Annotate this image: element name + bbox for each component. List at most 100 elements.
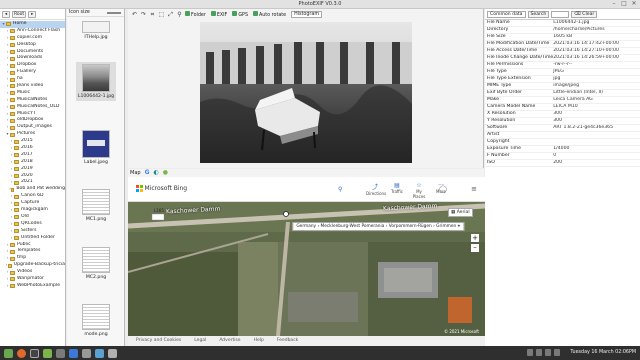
tree-item[interactable]: › Capture xyxy=(0,200,65,207)
tree-item[interactable]: › FGallery xyxy=(0,69,65,76)
tree-item[interactable]: › WebPhotoExample xyxy=(0,283,65,290)
tree-item[interactable]: › 2021 xyxy=(0,179,65,186)
legal-link[interactable]: Legal xyxy=(194,336,206,346)
battery-icon[interactable] xyxy=(554,349,560,356)
tree-item[interactable]: › Public xyxy=(0,242,65,249)
fit-icon[interactable]: ⤢ xyxy=(167,11,174,18)
clock[interactable]: Tuesday 16 March 02:06PM xyxy=(570,346,636,360)
exif-row[interactable]: MIME Type image/jpeg xyxy=(485,82,640,90)
exif-row[interactable]: File Access Date/Time 2021:03:16 14:27:10… xyxy=(485,47,640,55)
tree-item[interactable]: › copier.com xyxy=(0,35,65,42)
tree-item[interactable]: › 2016 xyxy=(0,145,65,152)
map-search-icon[interactable]: ⚲ xyxy=(338,186,342,193)
exif-row[interactable]: File Permissions -rw-r--r-- xyxy=(485,61,640,69)
tree-item[interactable]: › Ann-Connect Flash xyxy=(0,28,65,35)
thumbnail-item-selected[interactable]: L1006442-1.jpg xyxy=(76,62,116,101)
editor-icon[interactable] xyxy=(108,348,117,358)
tree-item[interactable]: › Templates xyxy=(0,248,65,255)
search-input[interactable] xyxy=(551,10,570,18)
maximize-icon[interactable]: □ xyxy=(621,1,627,7)
tree-item[interactable]: › Canon 6D xyxy=(0,193,65,200)
photoexif-icon[interactable] xyxy=(69,348,78,358)
terminal-icon[interactable] xyxy=(30,348,39,358)
map-view[interactable]: Microsoft Bing ⚲ ⤴ Directions ▤ Traffic ☆ M… xyxy=(128,177,485,346)
bing-logo[interactable]: Microsoft Bing xyxy=(136,185,187,192)
crop-icon[interactable]: ⌗ xyxy=(149,11,156,18)
exif-checkbox[interactable]: EXIF xyxy=(210,11,231,18)
tree-item[interactable]: › 2019 xyxy=(0,166,65,173)
settings-icon[interactable] xyxy=(56,348,65,358)
exif-row[interactable]: F Number 0 xyxy=(485,152,640,160)
undo-icon[interactable]: ↶ xyxy=(131,11,138,18)
tree-item[interactable]: › MusicalNotes xyxy=(0,97,65,104)
exif-row[interactable]: Exif Byte Order Little-endian (Intel, II) xyxy=(485,89,640,97)
aerial-map[interactable]: L165 Kaschower Damm Kaschower Damm Germa… xyxy=(128,202,485,336)
tree-item[interactable]: › Downloads xyxy=(0,55,65,62)
exif-row[interactable]: Make Leica Camera AG xyxy=(485,96,640,104)
root-button[interactable]: Root xyxy=(12,10,27,18)
exif-row[interactable]: X Resolution 300 xyxy=(485,110,640,118)
feedback-link[interactable]: Feedback xyxy=(277,336,298,346)
thumbnail-item[interactable]: MC1.png xyxy=(76,189,116,222)
tree-item[interactable]: › MusicalNotes_OLD xyxy=(0,104,65,111)
tree-item[interactable]: › Music xyxy=(0,90,65,97)
gps-checkbox[interactable]: GPS xyxy=(232,11,251,18)
firefox-icon[interactable] xyxy=(17,348,26,358)
traffic-button[interactable]: ▤ Traffic xyxy=(388,182,406,194)
tree-item[interactable]: › 2018 xyxy=(0,159,65,166)
exif-row[interactable]: Artist xyxy=(485,131,640,139)
exif-row[interactable]: File Type Extension jpg xyxy=(485,75,640,83)
zoom-out-button[interactable]: – xyxy=(471,244,479,252)
exif-row[interactable]: ISO 200 xyxy=(485,159,640,167)
thumbnail-item[interactable]: mode.png xyxy=(76,304,116,337)
back-button[interactable]: ◂ xyxy=(2,10,10,18)
google-icon[interactable]: G xyxy=(145,169,150,177)
tree-item[interactable]: › magickgam xyxy=(0,207,65,214)
tree-item[interactable]: › MusicYT xyxy=(0,111,65,118)
tree-item[interactable]: › QRCodes xyxy=(0,221,65,228)
exif-row[interactable]: Camera Model Name LEICA M10 xyxy=(485,103,640,111)
tree-item[interactable]: › oldDropbox xyxy=(0,117,65,124)
folder-checkbox[interactable]: Folder xyxy=(185,11,209,18)
exif-row[interactable]: Directory/home/charlie/Pictures xyxy=(485,26,640,34)
menu-icon[interactable]: ≡ xyxy=(471,185,477,193)
histogram-button[interactable]: Histogram xyxy=(291,11,322,18)
directions-button[interactable]: ⤴ Directions xyxy=(366,182,386,196)
tree-item[interactable]: › Old xyxy=(0,214,65,221)
tree-item[interactable]: › Desktop xyxy=(0,42,65,49)
close-icon[interactable]: ✕ xyxy=(631,1,637,7)
exif-row[interactable]: Copyright xyxy=(485,138,640,146)
exif-row[interactable]: File Type JPEG xyxy=(485,68,640,76)
tree-item[interactable]: › Upgrade-Backup-tricia xyxy=(0,262,65,269)
exif-row[interactable]: File Modification Date/Time 2021:03:16 14… xyxy=(485,40,640,48)
thumbnail-item[interactable]: Label.jpeg xyxy=(76,130,116,165)
select-icon[interactable]: ⬚ xyxy=(158,11,165,18)
tree-item[interactable]: › 2017 xyxy=(0,152,65,159)
minimize-icon[interactable]: – xyxy=(611,1,617,7)
help-link[interactable]: Help xyxy=(254,336,264,346)
tree-item[interactable]: › Waripmator xyxy=(0,276,65,283)
tree-item[interactable]: › tmp xyxy=(0,255,65,262)
aerial-button[interactable]: ▦ Aerial xyxy=(448,208,473,217)
exif-row[interactable]: File Inode Change Date/Time 2021:03:16 14… xyxy=(485,54,640,62)
bing-icon[interactable]: ◐ xyxy=(154,169,159,177)
tree-item[interactable]: ▾ Home xyxy=(0,21,65,28)
clear-button[interactable]: ⌫ Clear xyxy=(571,10,598,18)
chat-icon[interactable] xyxy=(95,348,104,358)
tree-item[interactable]: › Output_images xyxy=(0,124,65,131)
tree-item[interactable]: › Bob and Pat wedding xyxy=(0,186,65,193)
icon-size-slider[interactable] xyxy=(107,12,121,14)
tab-common-data[interactable]: Common data xyxy=(487,10,526,18)
update-icon[interactable] xyxy=(527,349,533,356)
tab-search[interactable]: Search xyxy=(527,10,550,18)
volume-icon[interactable] xyxy=(545,349,551,356)
start-menu-icon[interactable] xyxy=(4,348,13,358)
exif-row[interactable]: Software ART 1.8.2-21-ge4c36e365 xyxy=(485,124,640,132)
tree-item[interactable]: › Videos xyxy=(0,269,65,276)
tree-item[interactable]: › 2020 xyxy=(0,173,65,180)
thumbnail-item[interactable]: MC2.png xyxy=(76,247,116,280)
tree-item[interactable]: › ha xyxy=(0,76,65,83)
exif-row[interactable]: File Size 1605 kB xyxy=(485,33,640,41)
tree-item[interactable]: › Dropbox xyxy=(0,62,65,69)
tree-item[interactable]: ▾ Pictures xyxy=(0,131,65,138)
